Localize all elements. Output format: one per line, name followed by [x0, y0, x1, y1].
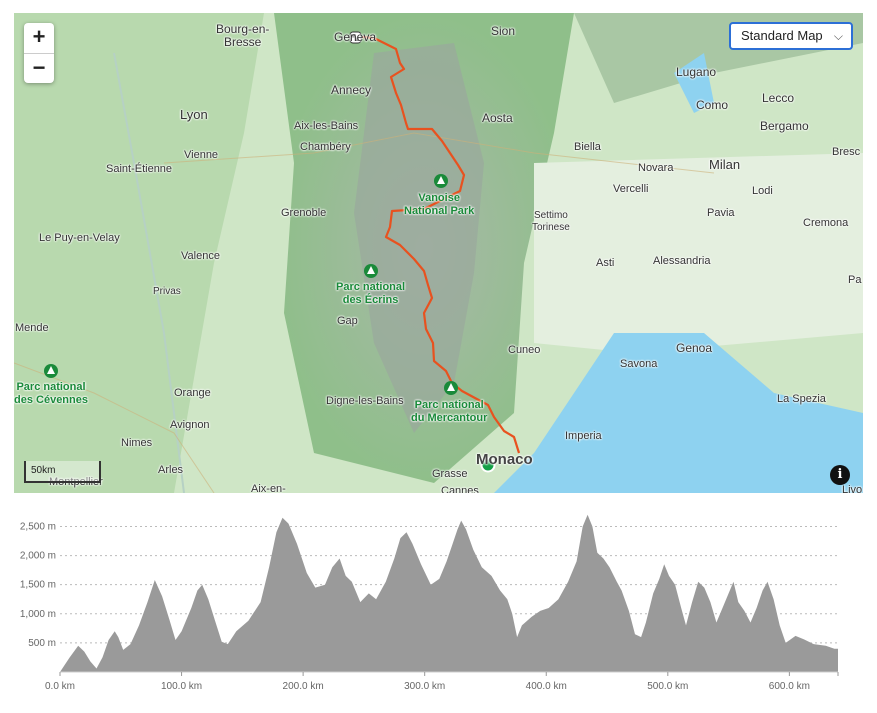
- city-label: Gap: [337, 315, 358, 327]
- y-tick-label: 1,500 m: [20, 580, 56, 591]
- park-label: Vanoise National Park: [404, 192, 475, 217]
- city-label: Bergamo: [760, 119, 809, 133]
- city-label: Novara: [638, 162, 674, 174]
- city-label: Avignon: [170, 419, 210, 431]
- chevron-down-icon: ⌵: [833, 29, 843, 43]
- city-label: Vercelli: [613, 183, 649, 195]
- elevation-y-axis: 2,500 m 2,000 m 1,500 m 1,000 m 500 m: [20, 521, 56, 648]
- y-tick-label: 2,000 m: [20, 551, 56, 562]
- city-label: Cuneo: [508, 344, 541, 356]
- park-label: Parc national des Cévennes: [14, 381, 88, 406]
- city-label: Cremona: [803, 217, 849, 229]
- city-label: Genoa: [676, 341, 713, 355]
- city-label: Aosta: [482, 111, 513, 125]
- city-label: Chambéry: [300, 141, 351, 153]
- map-type-dropdown[interactable]: Standard Map ⌵: [729, 22, 853, 50]
- elevation-profile-chart[interactable]: 2,500 m 2,000 m 1,500 m 1,000 m 500 m 0.0 km…: [0, 497, 877, 713]
- city-label: Imperia: [565, 430, 602, 442]
- city-label: Lugano: [676, 65, 717, 79]
- city-label: Digne-les-Bains: [326, 395, 404, 407]
- city-label: Lecco: [762, 91, 795, 105]
- scale-label: 50km: [31, 465, 56, 476]
- city-label: Bresc: [832, 146, 861, 158]
- x-tick-label: 600.0 km: [769, 681, 810, 692]
- city-label: Vienne: [184, 149, 219, 161]
- city-label: Pavia: [707, 207, 735, 219]
- city-label: Alessandria: [653, 255, 711, 267]
- city-label: Aix-en-: [251, 483, 286, 493]
- city-label: Lodi: [752, 185, 773, 197]
- city-label: Nimes: [121, 437, 153, 449]
- elevation-area: [60, 514, 838, 672]
- city-label: Mende: [15, 322, 49, 334]
- y-tick-label: 500 m: [28, 638, 56, 649]
- park-label: Parc national du Mercantour: [411, 399, 488, 424]
- zoom-out-button[interactable]: −: [24, 53, 54, 83]
- park-label: Parc national des Écrins: [336, 281, 406, 306]
- city-label: Settimo Torinese: [532, 210, 570, 233]
- zoom-in-button[interactable]: +: [24, 23, 54, 53]
- city-label: Monaco: [476, 451, 533, 468]
- city-label: Pa: [848, 274, 862, 286]
- y-tick-label: 1,000 m: [20, 609, 56, 620]
- city-label: Sion: [491, 24, 516, 38]
- city-label: Grenoble: [281, 207, 327, 219]
- x-tick-label: 0.0 km: [45, 681, 75, 692]
- city-label: Milan: [709, 157, 741, 172]
- x-tick-label: 100.0 km: [161, 681, 202, 692]
- city-label: Bourg-en- Bresse: [216, 22, 270, 49]
- city-label: Privas: [153, 286, 181, 297]
- city-label: Le Puy-en-Velay: [39, 232, 120, 244]
- city-label: Arles: [158, 464, 184, 476]
- city-label: Savona: [620, 358, 658, 370]
- x-tick-label: 200.0 km: [283, 681, 324, 692]
- scale-bar: 50km: [24, 461, 101, 483]
- city-label: Asti: [596, 257, 615, 269]
- map-canvas[interactable]: + − Standard Map ⌵ Bourg-en- Bresse Gene…: [14, 13, 863, 493]
- y-tick-label: 2,500 m: [20, 521, 56, 532]
- elevation-x-axis: 0.0 km 100.0 km 200.0 km 300.0 km 400.0 km 50…: [45, 672, 839, 692]
- x-tick-label: 500.0 km: [647, 681, 688, 692]
- city-label: Geneva: [334, 30, 377, 44]
- city-label: Cannes: [441, 485, 479, 493]
- city-label: Lyon: [180, 107, 208, 122]
- city-label: Como: [696, 98, 729, 112]
- city-label: Valence: [181, 250, 220, 262]
- city-label: Saint-Étienne: [106, 163, 173, 175]
- x-tick-label: 400.0 km: [526, 681, 567, 692]
- city-label: Annecy: [331, 83, 372, 97]
- city-label: Orange: [174, 387, 211, 399]
- city-label: Grasse: [432, 468, 468, 480]
- city-label: Livo: [842, 484, 863, 493]
- city-label: Biella: [574, 141, 601, 153]
- city-label: La Spezia: [777, 393, 826, 405]
- zoom-control: + −: [24, 23, 54, 83]
- map-type-label: Standard Map: [741, 28, 823, 43]
- info-button[interactable]: i: [830, 465, 850, 485]
- x-tick-label: 300.0 km: [404, 681, 445, 692]
- city-label: Aix-les-Bains: [294, 120, 359, 132]
